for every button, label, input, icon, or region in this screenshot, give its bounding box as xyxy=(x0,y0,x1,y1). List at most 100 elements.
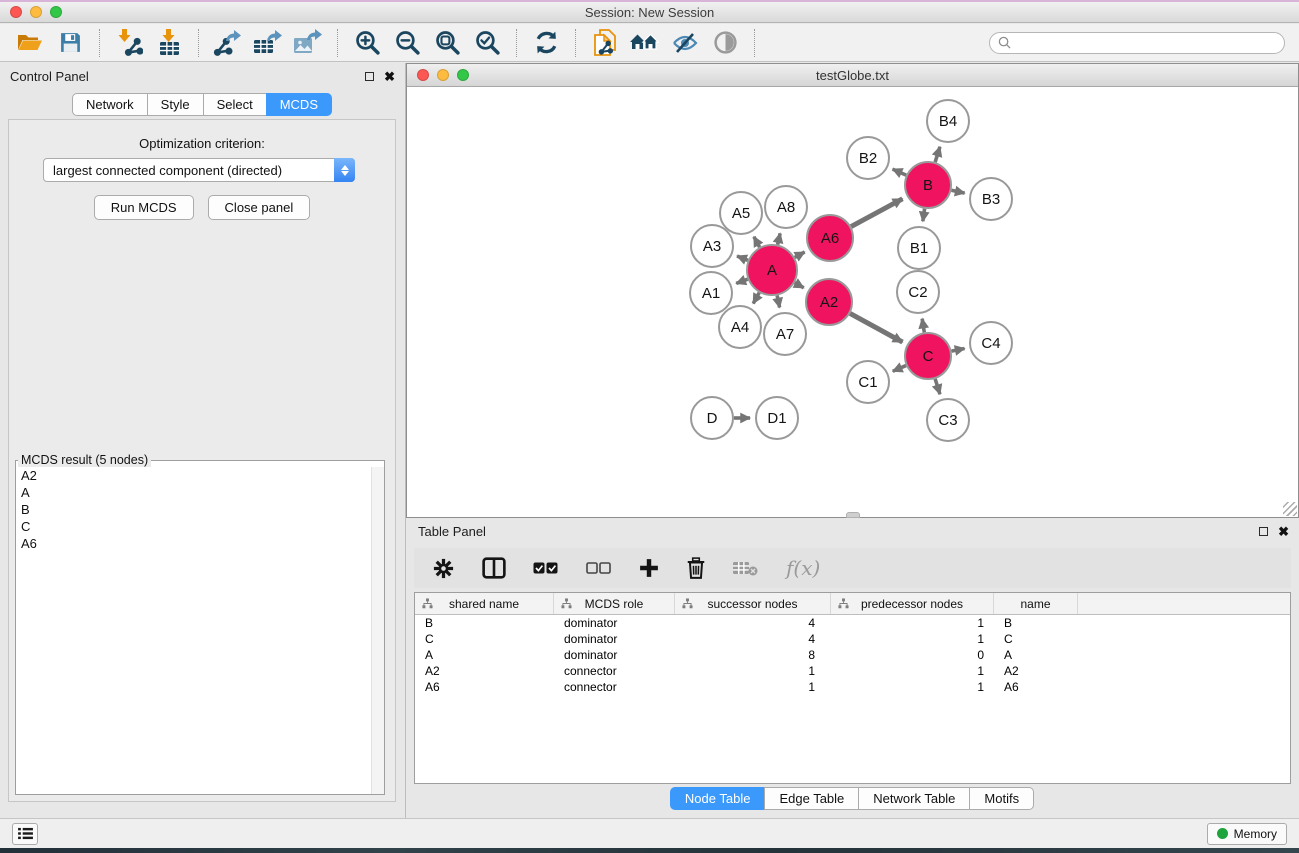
table-cell[interactable]: 1 xyxy=(675,663,831,679)
mcds-result-item[interactable]: B xyxy=(17,501,370,518)
table-cell[interactable]: 1 xyxy=(831,631,994,647)
tab-mcds[interactable]: MCDS xyxy=(266,93,332,116)
table-cell[interactable]: 1 xyxy=(831,615,994,631)
column-header-name[interactable]: name xyxy=(994,593,1078,614)
table-cell[interactable]: 1 xyxy=(831,679,994,695)
close-panel-icon[interactable]: ✖ xyxy=(384,70,395,83)
table-cell[interactable]: dominator xyxy=(554,615,675,631)
edge-B-B2[interactable] xyxy=(893,169,906,175)
table-row[interactable]: A6connector11A6 xyxy=(415,679,1290,695)
table-row[interactable]: Adominator80A xyxy=(415,647,1290,663)
edge-A6-B[interactable] xyxy=(851,199,902,227)
table-cell[interactable]: 8 xyxy=(675,647,831,663)
edge-C-C4[interactable] xyxy=(952,348,965,351)
minimize-window-button[interactable] xyxy=(30,6,42,18)
table-cell[interactable]: 0 xyxy=(831,647,994,663)
table-cell[interactable]: connector xyxy=(554,663,675,679)
tab-node-table[interactable]: Node Table xyxy=(670,787,766,810)
edge-A-A1[interactable] xyxy=(736,279,747,283)
table-cell[interactable]: A2 xyxy=(415,663,554,679)
edge-B-B1[interactable] xyxy=(923,209,925,222)
main-titlebar[interactable]: Session: New Session xyxy=(0,2,1299,23)
export-network-button[interactable] xyxy=(208,27,248,59)
edge-C-C3[interactable] xyxy=(935,379,940,394)
tab-motifs[interactable]: Motifs xyxy=(969,787,1034,810)
run-mcds-button[interactable]: Run MCDS xyxy=(94,195,194,220)
maximize-window-button[interactable] xyxy=(50,6,62,18)
export-image-button[interactable] xyxy=(288,27,328,59)
float-panel-icon[interactable] xyxy=(365,72,374,81)
home-view-button[interactable] xyxy=(625,27,665,59)
delete-column-button[interactable] xyxy=(686,553,706,583)
mcds-result-item[interactable]: A2 xyxy=(17,467,370,484)
tab-network[interactable]: Network xyxy=(72,93,148,116)
close-window-button[interactable] xyxy=(10,6,22,18)
zoom-out-button[interactable] xyxy=(387,27,427,59)
column-header-shared-name[interactable]: shared name xyxy=(415,593,554,614)
table-cell[interactable]: 4 xyxy=(675,615,831,631)
table-float-panel-icon[interactable] xyxy=(1259,527,1268,536)
refresh-layout-button[interactable] xyxy=(526,27,566,59)
table-close-panel-icon[interactable]: ✖ xyxy=(1278,525,1289,538)
edge-A-A2[interactable] xyxy=(795,283,804,288)
column-header-successor-nodes[interactable]: successor nodes xyxy=(675,593,831,614)
column-header-MCDS-role[interactable]: MCDS role xyxy=(554,593,675,614)
network-document-button[interactable] xyxy=(585,27,625,59)
tab-select[interactable]: Select xyxy=(203,93,267,116)
table-cell[interactable]: 1 xyxy=(675,679,831,695)
table-cell[interactable]: A xyxy=(415,647,554,663)
tab-style[interactable]: Style xyxy=(147,93,204,116)
edge-A-A5[interactable] xyxy=(754,237,760,247)
result-scrollbar[interactable] xyxy=(371,467,384,794)
edge-A-A7[interactable] xyxy=(777,295,779,307)
table-cell[interactable]: A xyxy=(994,647,1078,663)
table-cell[interactable]: A6 xyxy=(994,679,1078,695)
export-table-button[interactable] xyxy=(248,27,288,59)
task-history-button[interactable] xyxy=(12,823,38,845)
network-minimize-button[interactable] xyxy=(437,69,449,81)
zoom-in-button[interactable] xyxy=(347,27,387,59)
network-maximize-button[interactable] xyxy=(457,69,469,81)
edge-A-A3[interactable] xyxy=(737,256,748,260)
edge-C-C2[interactable] xyxy=(922,319,924,333)
network-close-button[interactable] xyxy=(417,69,429,81)
tab-edge-table[interactable]: Edge Table xyxy=(764,787,859,810)
select-all-rows-button[interactable] xyxy=(533,553,559,583)
table-cell[interactable]: dominator xyxy=(554,631,675,647)
zoom-selected-button[interactable] xyxy=(467,27,507,59)
hide-selected-button[interactable] xyxy=(665,27,705,59)
zoom-fit-button[interactable] xyxy=(427,27,467,59)
network-graph[interactable]: B4B2BB3A5A8A6B1A3AA1C2A2A4A7C4CC1C3DD1 xyxy=(407,88,1298,517)
edge-A-A4[interactable] xyxy=(753,293,759,304)
mcds-result-item[interactable]: C xyxy=(17,518,370,535)
table-cell[interactable]: 4 xyxy=(675,631,831,647)
table-row[interactable]: Cdominator41C xyxy=(415,631,1290,647)
open-session-button[interactable] xyxy=(10,27,50,59)
table-row[interactable]: Bdominator41B xyxy=(415,615,1290,631)
table-cell[interactable]: A2 xyxy=(994,663,1078,679)
table-cell[interactable]: B xyxy=(994,615,1078,631)
show-all-button[interactable] xyxy=(705,27,745,59)
column-header-predecessor-nodes[interactable]: predecessor nodes xyxy=(831,593,994,614)
edge-A-A8[interactable] xyxy=(778,233,781,244)
edge-C-C1[interactable] xyxy=(893,366,906,372)
save-session-button[interactable] xyxy=(50,27,90,59)
table-cell[interactable]: B xyxy=(415,615,554,631)
table-cell[interactable]: 1 xyxy=(831,663,994,679)
table-row[interactable]: A2connector11A2 xyxy=(415,663,1290,679)
mcds-result-item[interactable]: A6 xyxy=(17,535,370,552)
network-canvas[interactable]: B4B2BB3A5A8A6B1A3AA1C2A2A4A7C4CC1C3DD1 xyxy=(407,88,1298,517)
window-resize-grip[interactable] xyxy=(1283,502,1297,516)
table-cell[interactable]: C xyxy=(994,631,1078,647)
tab-network-table[interactable]: Network Table xyxy=(858,787,970,810)
mcds-result-item[interactable]: A xyxy=(17,484,370,501)
search-box[interactable] xyxy=(989,32,1285,54)
network-window-titlebar[interactable]: testGlobe.txt xyxy=(407,64,1298,87)
search-input[interactable] xyxy=(1016,36,1276,50)
edge-B-B3[interactable] xyxy=(951,190,964,193)
optimization-criterion-select[interactable]: largest connected component (directed) xyxy=(43,158,355,182)
memory-button[interactable]: Memory xyxy=(1207,823,1287,845)
edge-A2-C[interactable] xyxy=(850,313,902,342)
add-column-button[interactable] xyxy=(639,553,659,583)
table-cell[interactable]: C xyxy=(415,631,554,647)
